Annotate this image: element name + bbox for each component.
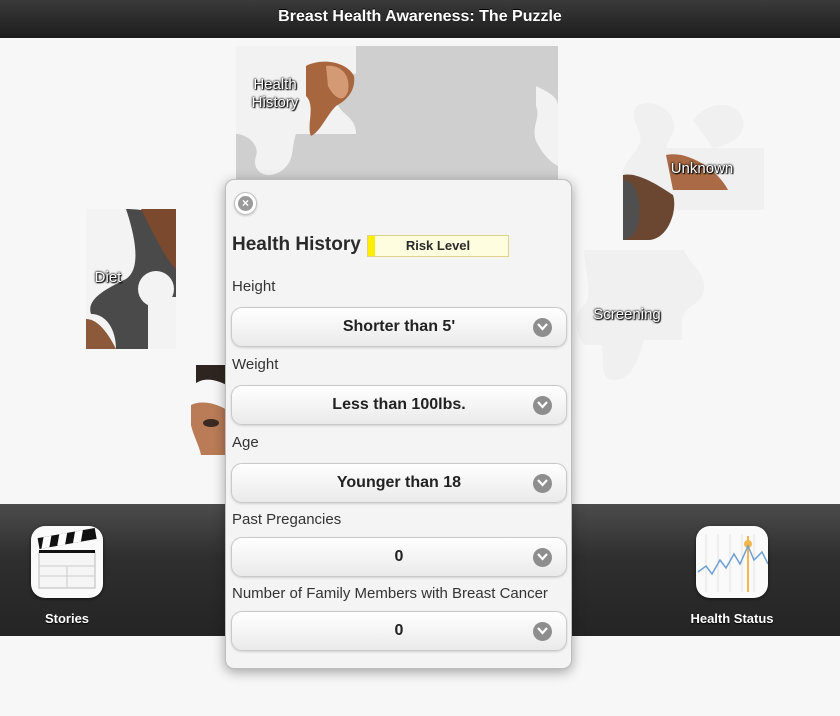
- height-label: Height: [232, 278, 276, 295]
- height-value: Shorter than 5': [342, 318, 456, 335]
- chevron-down-icon: [533, 622, 552, 641]
- health-status-button[interactable]: Health Status: [682, 526, 782, 626]
- weight-label: Weight: [232, 356, 279, 373]
- chevron-down-icon: [533, 548, 552, 567]
- past-pregnancies-label: Past Pregancies: [232, 511, 342, 528]
- age-select[interactable]: Younger than 18: [231, 463, 567, 503]
- puzzle-piece-unknown[interactable]: Unknown: [618, 100, 764, 240]
- height-select[interactable]: Shorter than 5': [231, 307, 567, 347]
- puzzle-piece-label-diet: Diet: [94, 269, 122, 286]
- past-pregnancies-select[interactable]: 0: [231, 537, 567, 577]
- app-title: Breast Health Awareness: The Puzzle: [0, 0, 840, 38]
- health-history-modal: × Health History Risk Level Height Short…: [225, 179, 572, 669]
- puzzle-piece-fragment[interactable]: [191, 365, 227, 455]
- risk-level-label: Risk Level: [405, 238, 471, 253]
- puzzle-piece-health-history[interactable]: Health History: [236, 46, 558, 186]
- close-button[interactable]: ×: [234, 192, 257, 215]
- puzzle-piece-diet[interactable]: Diet: [86, 209, 176, 349]
- modal-title: Health History: [232, 234, 361, 255]
- chevron-down-icon: [533, 318, 552, 337]
- age-label: Age: [232, 434, 259, 451]
- puzzle-piece-health-history-image: [236, 46, 558, 186]
- weight-value: Less than 100lbs.: [332, 396, 466, 413]
- puzzle-piece-label-screening: Screening: [593, 306, 661, 323]
- chevron-down-icon: [533, 396, 552, 415]
- family-members-label: Number of Family Members with Breast Can…: [232, 585, 548, 602]
- past-pregnancies-value: 0: [394, 548, 404, 565]
- puzzle-piece-screening[interactable]: Screening: [574, 250, 706, 386]
- family-members-value: 0: [394, 622, 404, 639]
- risk-level-bar: [368, 236, 375, 256]
- chevron-down-icon: [533, 474, 552, 493]
- stories-button[interactable]: Stories: [22, 526, 112, 626]
- stories-label: Stories: [44, 611, 90, 626]
- puzzle-piece-label-health-history: Health History: [251, 76, 299, 111]
- weight-select[interactable]: Less than 100lbs.: [231, 385, 567, 425]
- close-icon: ×: [238, 196, 253, 211]
- health-status-label: Health Status: [690, 611, 774, 626]
- puzzle-piece-fragment-image: [191, 365, 227, 455]
- family-members-select[interactable]: 0: [231, 611, 567, 651]
- age-value: Younger than 18: [336, 474, 462, 491]
- chart-icon: [696, 526, 768, 598]
- clapperboard-icon: [31, 526, 103, 598]
- risk-level-indicator: Risk Level: [367, 235, 509, 257]
- puzzle-piece-label-unknown: Unknown: [670, 160, 734, 177]
